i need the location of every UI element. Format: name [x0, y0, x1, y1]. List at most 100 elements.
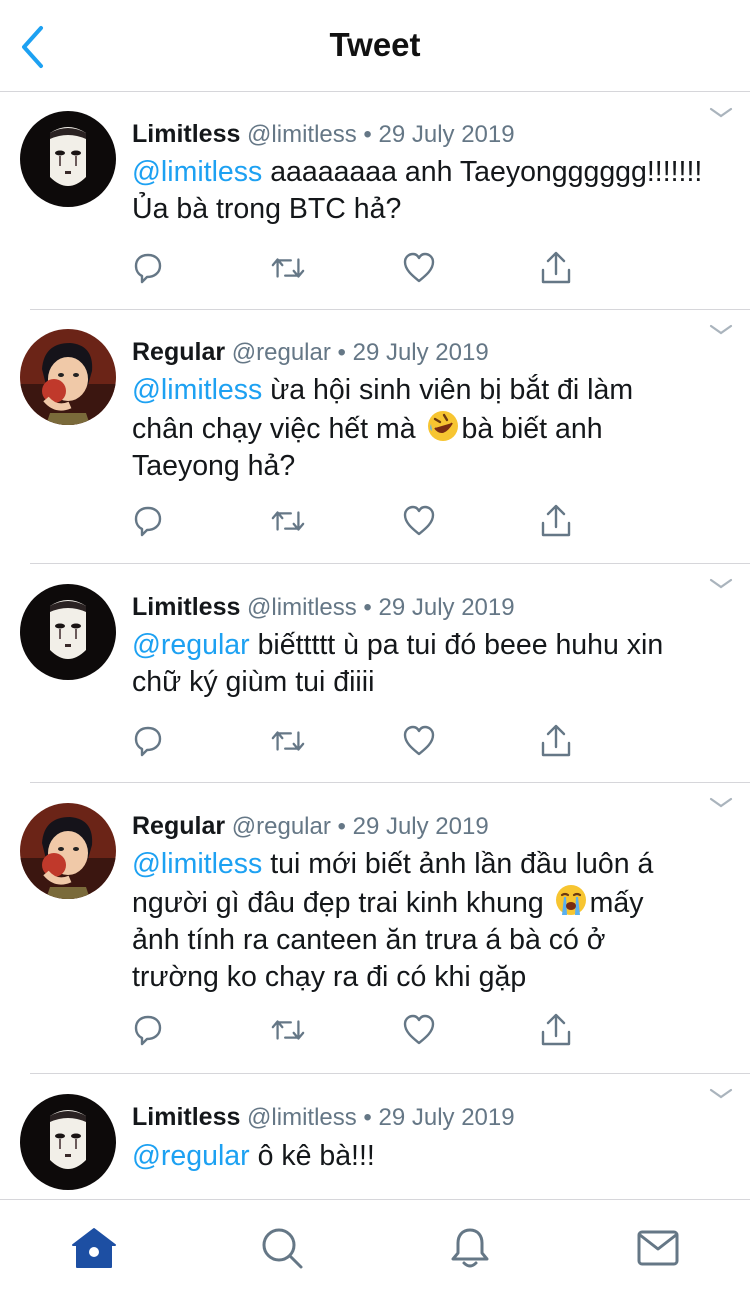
text-line: ảnh tính ra canteen ăn trưa á bà có ở — [132, 924, 606, 956]
mention-link[interactable]: @limitless — [132, 374, 262, 406]
avatar[interactable] — [20, 803, 116, 899]
username[interactable]: @regular — [232, 813, 331, 840]
share-icon — [541, 251, 571, 284]
tweet-thread[interactable]: Limitless @limitless • 29 July 2019 @lim… — [0, 93, 750, 1199]
tweet-actions — [0, 250, 750, 290]
reply-button[interactable] — [130, 250, 166, 286]
chevron-down-icon[interactable] — [708, 576, 734, 592]
share-button[interactable] — [538, 1012, 574, 1048]
tweet[interactable]: Regular @regular • 29 July 2019 @limitle… — [0, 783, 750, 1074]
display-name[interactable]: Limitless — [132, 593, 240, 621]
display-name[interactable]: Regular — [132, 812, 225, 840]
messages-icon — [637, 1230, 679, 1266]
text-line: Taeyong hả? — [132, 450, 296, 482]
tweet[interactable]: Regular @regular • 29 July 2019 @limitle… — [0, 310, 750, 564]
text-line: chữ ký giùm tui điiii — [132, 666, 375, 698]
heart-icon — [403, 725, 435, 756]
retweet-button[interactable] — [270, 503, 306, 539]
text-line: tui mới biết ảnh lần đầu luôn á — [262, 848, 654, 880]
tweet-date: 29 July 2019 — [378, 121, 515, 148]
like-button[interactable] — [401, 250, 437, 286]
chevron-down-icon[interactable] — [708, 105, 734, 121]
text-line: mấy — [589, 887, 644, 919]
tab-messages[interactable] — [634, 1224, 682, 1272]
chevron-down-icon[interactable] — [708, 795, 734, 811]
mention-link[interactable]: @limitless — [132, 848, 262, 880]
retweet-button[interactable] — [270, 723, 306, 759]
share-button[interactable] — [538, 250, 574, 286]
tweet-actions — [0, 723, 750, 763]
tweet[interactable]: Limitless @limitless • 29 July 2019 @reg… — [0, 1074, 750, 1199]
display-name[interactable]: Regular — [132, 338, 225, 366]
tab-home[interactable] — [70, 1224, 118, 1272]
share-icon — [541, 504, 571, 537]
tweet-header: Limitless @limitless • 29 July 2019 — [132, 120, 515, 149]
avatar[interactable] — [20, 111, 116, 207]
tweet-actions — [0, 503, 750, 543]
heart-icon — [403, 505, 435, 536]
chevron-down-icon[interactable] — [708, 322, 734, 338]
avatar[interactable] — [20, 584, 116, 680]
mention-link[interactable]: @regular — [132, 629, 250, 661]
reply-icon — [134, 726, 162, 757]
tab-notifications[interactable] — [446, 1224, 494, 1272]
text-line: người gì đâu đẹp trai kinh khung — [132, 887, 552, 919]
username[interactable]: @limitless — [247, 594, 357, 621]
display-name[interactable]: Limitless — [132, 120, 240, 148]
share-button[interactable] — [538, 503, 574, 539]
home-icon — [72, 1228, 116, 1268]
tab-search[interactable] — [258, 1224, 306, 1272]
header: Tweet — [0, 0, 750, 92]
retweet-button[interactable] — [270, 250, 306, 286]
tweet[interactable]: Limitless @limitless • 29 July 2019 @reg… — [0, 564, 750, 783]
mention-link[interactable]: @limitless — [132, 156, 262, 188]
tweet-date: 29 July 2019 — [352, 813, 489, 840]
tweet-text: @limitless aaaaaaaa anh Taeyongggggg!!!!… — [132, 154, 732, 228]
separator-dot: • — [330, 339, 353, 366]
separator-dot: • — [356, 121, 379, 148]
cartoon-avatar-image — [20, 803, 116, 899]
mention-link[interactable]: @regular — [132, 1140, 250, 1172]
retweet-button[interactable] — [270, 1012, 306, 1048]
retweet-icon — [271, 731, 305, 751]
retweet-icon — [271, 1020, 305, 1040]
text-line: aaaaaaaa anh Taeyongggggg!!!!!!! — [262, 156, 703, 188]
mask-avatar-image — [20, 1094, 116, 1190]
retweet-icon — [271, 258, 305, 278]
text-line: chân chạy việc hết mà — [132, 413, 424, 445]
tweet[interactable]: Limitless @limitless • 29 July 2019 @lim… — [0, 93, 750, 310]
avatar[interactable] — [20, 329, 116, 425]
avatar[interactable] — [20, 1094, 116, 1190]
tweet-text: @regular ô kê bà!!! — [132, 1138, 732, 1175]
display-name[interactable]: Limitless — [132, 1103, 240, 1131]
username[interactable]: @limitless — [247, 121, 357, 148]
reply-icon — [134, 253, 162, 284]
share-icon — [541, 1013, 571, 1046]
reply-icon — [134, 1015, 162, 1046]
username[interactable]: @regular — [232, 339, 331, 366]
rolling-on-floor-laughing-emoji — [427, 411, 458, 441]
tweet-text: @regular biếttttt ù pa tui đó beee huhu … — [132, 627, 732, 701]
tweet-header: Limitless @limitless • 29 July 2019 — [132, 1103, 515, 1132]
share-button[interactable] — [538, 723, 574, 759]
loudly-crying-emoji — [555, 885, 586, 915]
like-button[interactable] — [401, 1012, 437, 1048]
reply-button[interactable] — [130, 503, 166, 539]
text-line: bà biết anh — [461, 413, 603, 445]
like-button[interactable] — [401, 503, 437, 539]
notifications-icon — [451, 1228, 489, 1268]
reply-icon — [134, 506, 162, 537]
text-line: trường ko chạy ra đi có khi gặp — [132, 961, 527, 993]
reply-button[interactable] — [130, 723, 166, 759]
heart-icon — [403, 252, 435, 283]
reply-button[interactable] — [130, 1012, 166, 1048]
separator-dot: • — [356, 1104, 379, 1131]
like-button[interactable] — [401, 723, 437, 759]
mask-avatar-image — [20, 111, 116, 207]
username[interactable]: @limitless — [247, 1104, 357, 1131]
tweet-text: @limitless tui mới biết ảnh lần đầu luôn… — [132, 846, 732, 996]
tweet-date: 29 July 2019 — [352, 339, 489, 366]
heart-icon — [403, 1014, 435, 1045]
chevron-down-icon[interactable] — [708, 1086, 734, 1102]
bottom-tab-bar — [0, 1199, 750, 1296]
